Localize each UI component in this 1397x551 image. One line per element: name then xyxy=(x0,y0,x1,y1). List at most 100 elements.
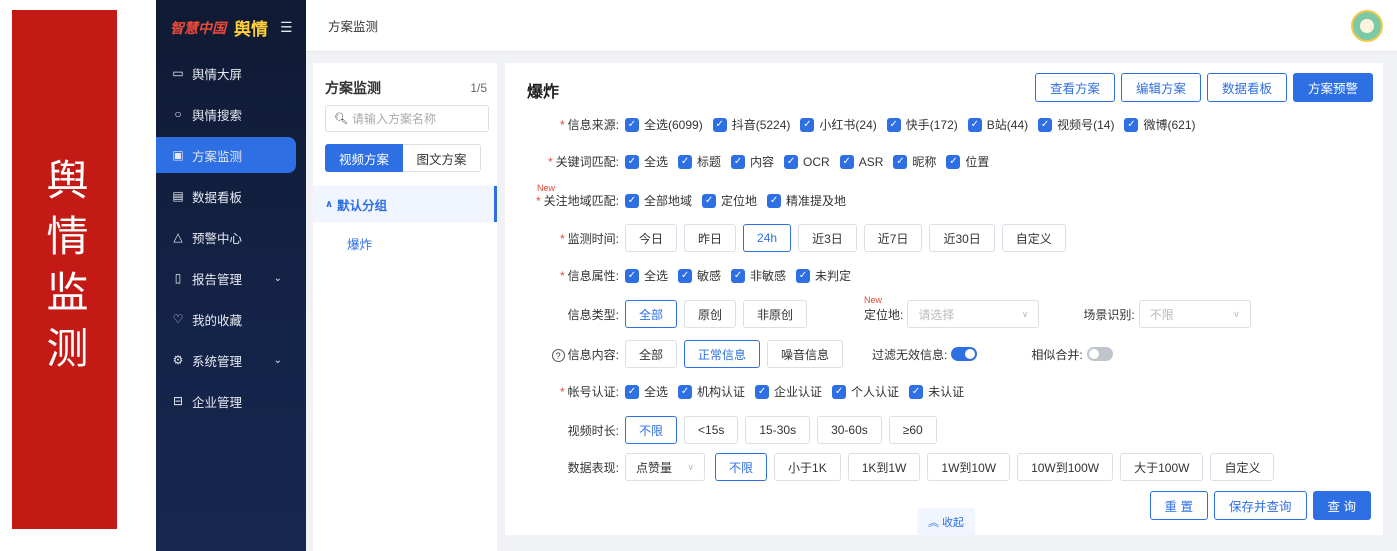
sidebar-item-report[interactable]: ▯ 报告管理 ⌄ xyxy=(156,260,296,296)
plan-group-label: 默认分组 xyxy=(337,198,388,213)
query-button[interactable]: 查 询 xyxy=(1312,491,1371,520)
checkbox-label: 全选 xyxy=(644,269,669,283)
plan-search-input[interactable]: 🔍︎ 请输入方案名称 xyxy=(325,105,489,132)
search-icon: 🔍︎ xyxy=(334,113,348,125)
keyword-checkbox[interactable]: ✓ ASR xyxy=(839,154,883,169)
sidebar-item-alert[interactable]: △ 预警中心 xyxy=(156,219,296,255)
source-checkbox[interactable]: ✓ 抖音(5224) xyxy=(712,116,790,133)
attr-checkbox[interactable]: ✓ 非敏感 xyxy=(731,267,786,284)
performance-option[interactable]: 10W到100W xyxy=(1017,453,1114,481)
checkbox-label: 小红书(24) xyxy=(819,118,877,132)
duration-option[interactable]: ≥60 xyxy=(888,416,937,444)
keyword-checkbox[interactable]: ✓ OCR xyxy=(784,154,830,169)
sidebar-item-system[interactable]: ⚙ 系统管理 ⌄ xyxy=(156,342,296,378)
type-option-selected[interactable]: 全部 xyxy=(625,300,678,328)
source-checkbox[interactable]: ✓ 视频号(14) xyxy=(1038,116,1114,133)
source-checkbox[interactable]: ✓ 快手(172) xyxy=(886,116,958,133)
sidebar-item-enterprise[interactable]: ⊟ 企业管理 xyxy=(156,383,296,419)
location-select[interactable]: 请选择 ∨ xyxy=(907,300,1040,328)
region-checkbox[interactable]: ✓ 全部地域 xyxy=(625,192,692,209)
tab-image-text-plan[interactable]: 图文方案 xyxy=(403,144,481,172)
attr-checkbox[interactable]: ✓ 全选 xyxy=(625,267,668,284)
enterprise-icon: ⊟ xyxy=(172,394,184,408)
check-icon: ✓ xyxy=(678,154,693,169)
source-checkbox[interactable]: ✓ 微博(621) xyxy=(1124,116,1195,133)
keyword-checkbox[interactable]: ✓ 全选 xyxy=(625,153,668,170)
plan-count: 1/5 xyxy=(470,81,487,95)
time-option[interactable]: 近7日 xyxy=(863,224,923,252)
time-option[interactable]: 今日 xyxy=(625,224,678,252)
check-icon: ✓ xyxy=(678,268,693,283)
performance-label: 数据表现: xyxy=(567,460,619,475)
metric-select[interactable]: 点赞量 ∨ xyxy=(625,453,705,481)
account-checkbox[interactable]: ✓ 全选 xyxy=(625,383,668,400)
type-option[interactable]: 原创 xyxy=(684,300,737,328)
performance-option[interactable]: 1K到1W xyxy=(847,453,921,481)
source-checkbox[interactable]: ✓ 全选(6099) xyxy=(625,116,703,133)
region-checkbox[interactable]: ✓ 定位地 xyxy=(702,192,757,209)
checkbox-label: 未判定 xyxy=(815,269,852,283)
attr-checkbox[interactable]: ✓ 未判定 xyxy=(796,267,851,284)
sidebar-item-label: 舆情大屏 xyxy=(192,67,243,82)
filter-invalid-toggle[interactable] xyxy=(951,347,978,361)
chevron-down-icon: ∨ xyxy=(687,461,694,472)
account-checkbox[interactable]: ✓ 企业认证 xyxy=(755,383,822,400)
sidebar-item-favorites[interactable]: ♡ 我的收藏 xyxy=(156,301,296,337)
attr-checkbox[interactable]: ✓ 敏感 xyxy=(678,267,721,284)
edit-plan-button[interactable]: 编辑方案 xyxy=(1120,73,1201,102)
help-icon[interactable]: ? xyxy=(551,349,565,362)
sidebar-item-monitor[interactable]: ▣ 方案监测 xyxy=(156,137,296,173)
collapse-button[interactable]: ︽ 收起 xyxy=(917,508,975,535)
view-plan-button[interactable]: 查看方案 xyxy=(1034,73,1115,102)
performance-option-selected[interactable]: 不限 xyxy=(715,453,768,481)
avatar[interactable] xyxy=(1351,10,1383,42)
plan-alert-button[interactable]: 方案预警 xyxy=(1292,73,1373,102)
type-option[interactable]: 非原创 xyxy=(743,300,808,328)
account-checkbox[interactable]: ✓ 未认证 xyxy=(909,383,964,400)
menu-collapse-icon[interactable]: ☰ xyxy=(280,19,293,36)
keyword-checkbox[interactable]: ✓ 昵称 xyxy=(893,153,936,170)
sidebar-item-search[interactable]: ○ 舆情搜索 xyxy=(156,96,296,132)
time-option[interactable]: 近30日 xyxy=(929,224,995,252)
tab-video-plan[interactable]: 视频方案 xyxy=(325,144,403,172)
merge-similar-toggle[interactable] xyxy=(1086,347,1113,361)
account-checkbox[interactable]: ✓ 机构认证 xyxy=(678,383,745,400)
duration-label: 视频时长: xyxy=(567,423,619,438)
plan-group[interactable]: ∧ 默认分组 xyxy=(313,186,497,222)
keyword-checkbox[interactable]: ✓ 位置 xyxy=(946,153,989,170)
sidebar-item-screen[interactable]: ▭ 舆情大屏 xyxy=(156,55,296,91)
content-option[interactable]: 全部 xyxy=(625,340,678,368)
account-checkbox[interactable]: ✓ 个人认证 xyxy=(832,383,899,400)
duration-option[interactable]: <15s xyxy=(684,416,739,444)
checkbox-label: 全选(6099) xyxy=(644,118,703,132)
data-board-button[interactable]: 数据看板 xyxy=(1206,73,1287,102)
time-option[interactable]: 近3日 xyxy=(798,224,857,252)
content-option[interactable]: 噪音信息 xyxy=(767,340,844,368)
time-option[interactable]: 昨日 xyxy=(684,224,737,252)
performance-option[interactable]: 大于100W xyxy=(1120,453,1204,481)
checkbox-label: 快手(172) xyxy=(905,118,958,132)
heart-icon: ♡ xyxy=(172,312,184,326)
source-checkbox[interactable]: ✓ B站(44) xyxy=(967,116,1028,133)
plan-item[interactable]: 爆炸 xyxy=(347,234,497,253)
performance-option[interactable]: 自定义 xyxy=(1210,453,1275,481)
sidebar-item-dashboard[interactable]: ▤ 数据看板 xyxy=(156,178,296,214)
plan-panel-title: 方案监测 xyxy=(325,80,381,96)
region-checkbox[interactable]: ✓ 精准提及地 xyxy=(767,192,846,209)
filter-type: 信息类型: 全部 原创 非原创 New 定位地: 请选择 ∨ 场景识别: 不限 … xyxy=(505,295,1251,328)
save-and-query-button[interactable]: 保存并查询 xyxy=(1214,491,1307,520)
content-option-selected[interactable]: 正常信息 xyxy=(684,340,761,368)
check-icon: ✓ xyxy=(767,193,782,208)
scene-select[interactable]: 不限 ∨ xyxy=(1138,300,1251,328)
performance-option[interactable]: 小于1K xyxy=(774,453,841,481)
performance-option[interactable]: 1W到10W xyxy=(927,453,1011,481)
duration-option[interactable]: 30-60s xyxy=(817,416,882,444)
duration-option-selected[interactable]: 不限 xyxy=(625,416,678,444)
keyword-checkbox[interactable]: ✓ 标题 xyxy=(678,153,721,170)
source-checkbox[interactable]: ✓ 小红书(24) xyxy=(800,116,877,133)
time-option[interactable]: 自定义 xyxy=(1001,224,1066,252)
time-option-selected[interactable]: 24h xyxy=(743,224,792,252)
duration-option[interactable]: 15-30s xyxy=(745,416,811,444)
reset-button[interactable]: 重 置 xyxy=(1149,491,1208,520)
keyword-checkbox[interactable]: ✓ 内容 xyxy=(731,153,774,170)
